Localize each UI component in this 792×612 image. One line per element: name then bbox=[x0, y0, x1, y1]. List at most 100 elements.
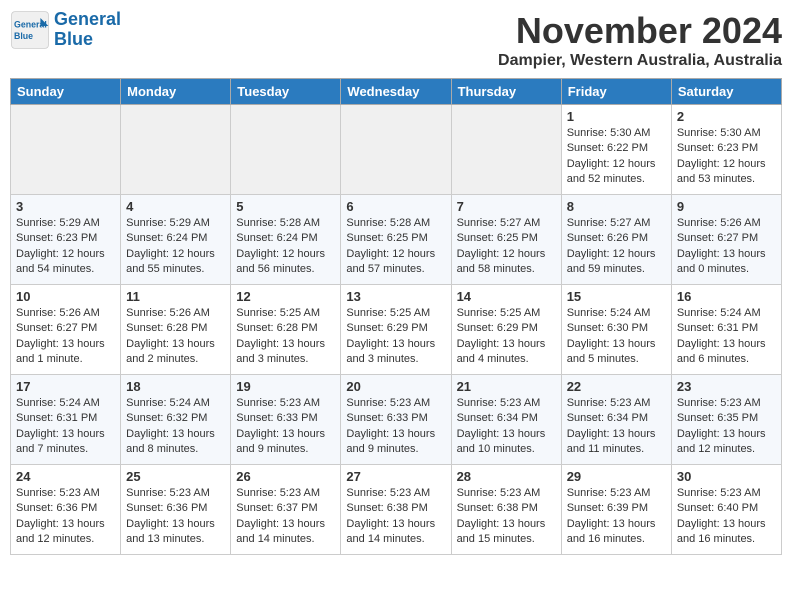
location: Dampier, Western Australia, Australia bbox=[498, 52, 782, 70]
weekday-header: Monday bbox=[121, 79, 231, 105]
day-number: 30 bbox=[677, 469, 776, 484]
calendar-row: 3 Sunrise: 5:29 AM Sunset: 6:23 PM Daylig… bbox=[11, 195, 782, 285]
day-info: Sunrise: 5:25 AM Sunset: 6:29 PM Dayligh… bbox=[346, 306, 445, 368]
calendar-cell: 16 Sunrise: 5:24 AM Sunset: 6:31 PM Dayli… bbox=[671, 285, 781, 375]
day-number: 27 bbox=[346, 469, 445, 484]
calendar-cell: 23 Sunrise: 5:23 AM Sunset: 6:35 PM Dayli… bbox=[671, 375, 781, 465]
day-info: Sunrise: 5:23 AM Sunset: 6:34 PM Dayligh… bbox=[567, 396, 666, 458]
day-number: 11 bbox=[126, 289, 225, 304]
day-info: Sunrise: 5:23 AM Sunset: 6:36 PM Dayligh… bbox=[16, 486, 115, 548]
day-info: Sunrise: 5:29 AM Sunset: 6:24 PM Dayligh… bbox=[126, 216, 225, 278]
title-block: November 2024 Dampier, Western Australia… bbox=[498, 10, 782, 70]
day-number: 2 bbox=[677, 109, 776, 124]
logo-icon: General Blue bbox=[10, 10, 50, 50]
calendar-cell: 8 Sunrise: 5:27 AM Sunset: 6:26 PM Daylig… bbox=[561, 195, 671, 285]
calendar-cell: 2 Sunrise: 5:30 AM Sunset: 6:23 PM Daylig… bbox=[671, 105, 781, 195]
day-number: 15 bbox=[567, 289, 666, 304]
day-info: Sunrise: 5:29 AM Sunset: 6:23 PM Dayligh… bbox=[16, 216, 115, 278]
weekday-header: Wednesday bbox=[341, 79, 451, 105]
day-info: Sunrise: 5:24 AM Sunset: 6:31 PM Dayligh… bbox=[677, 306, 776, 368]
day-info: Sunrise: 5:27 AM Sunset: 6:25 PM Dayligh… bbox=[457, 216, 556, 278]
month-title: November 2024 bbox=[498, 10, 782, 52]
day-info: Sunrise: 5:23 AM Sunset: 6:33 PM Dayligh… bbox=[346, 396, 445, 458]
day-info: Sunrise: 5:23 AM Sunset: 6:37 PM Dayligh… bbox=[236, 486, 335, 548]
calendar-cell: 4 Sunrise: 5:29 AM Sunset: 6:24 PM Daylig… bbox=[121, 195, 231, 285]
day-number: 18 bbox=[126, 379, 225, 394]
day-number: 13 bbox=[346, 289, 445, 304]
svg-text:Blue: Blue bbox=[14, 31, 33, 41]
day-number: 17 bbox=[16, 379, 115, 394]
calendar-row: 17 Sunrise: 5:24 AM Sunset: 6:31 PM Dayli… bbox=[11, 375, 782, 465]
calendar-cell: 21Sunrise: 5:23 AM Sunset: 6:34 PM Dayli… bbox=[451, 375, 561, 465]
day-number: 9 bbox=[677, 199, 776, 214]
calendar-cell bbox=[231, 105, 341, 195]
weekday-header: Saturday bbox=[671, 79, 781, 105]
day-info: Sunrise: 5:24 AM Sunset: 6:32 PM Dayligh… bbox=[126, 396, 225, 458]
day-info: Sunrise: 5:25 AM Sunset: 6:29 PM Dayligh… bbox=[457, 306, 556, 368]
calendar-table: SundayMondayTuesdayWednesdayThursdayFrid… bbox=[10, 78, 782, 555]
day-info: Sunrise: 5:23 AM Sunset: 6:35 PM Dayligh… bbox=[677, 396, 776, 458]
day-info: Sunrise: 5:25 AM Sunset: 6:28 PM Dayligh… bbox=[236, 306, 335, 368]
day-info: Sunrise: 5:30 AM Sunset: 6:23 PM Dayligh… bbox=[677, 126, 776, 188]
day-number: 16 bbox=[677, 289, 776, 304]
calendar-cell: 27 Sunrise: 5:23 AM Sunset: 6:38 PM Dayli… bbox=[341, 465, 451, 555]
weekday-header: Sunday bbox=[11, 79, 121, 105]
day-info: Sunrise: 5:28 AM Sunset: 6:25 PM Dayligh… bbox=[346, 216, 445, 278]
day-info: Sunrise: 5:23 AM Sunset: 6:33 PM Dayligh… bbox=[236, 396, 335, 458]
day-info: Sunrise: 5:27 AM Sunset: 6:26 PM Dayligh… bbox=[567, 216, 666, 278]
day-info: Sunrise: 5:30 AM Sunset: 6:22 PM Dayligh… bbox=[567, 126, 666, 188]
calendar-cell: 26Sunrise: 5:23 AM Sunset: 6:37 PM Dayli… bbox=[231, 465, 341, 555]
calendar-row: 24 Sunrise: 5:23 AM Sunset: 6:36 PM Dayli… bbox=[11, 465, 782, 555]
day-info: Sunrise: 5:23 AM Sunset: 6:38 PM Dayligh… bbox=[346, 486, 445, 548]
calendar-cell: 17 Sunrise: 5:24 AM Sunset: 6:31 PM Dayli… bbox=[11, 375, 121, 465]
calendar-cell: 20 Sunrise: 5:23 AM Sunset: 6:33 PM Dayli… bbox=[341, 375, 451, 465]
calendar-row: 10Sunrise: 5:26 AM Sunset: 6:27 PM Dayli… bbox=[11, 285, 782, 375]
calendar-row: 1 Sunrise: 5:30 AM Sunset: 6:22 PM Daylig… bbox=[11, 105, 782, 195]
day-number: 25 bbox=[126, 469, 225, 484]
calendar-cell: 19 Sunrise: 5:23 AM Sunset: 6:33 PM Dayli… bbox=[231, 375, 341, 465]
day-number: 23 bbox=[677, 379, 776, 394]
day-number: 1 bbox=[567, 109, 666, 124]
day-number: 5 bbox=[236, 199, 335, 214]
calendar-cell: 28 Sunrise: 5:23 AM Sunset: 6:38 PM Dayli… bbox=[451, 465, 561, 555]
weekday-header: Friday bbox=[561, 79, 671, 105]
day-info: Sunrise: 5:24 AM Sunset: 6:31 PM Dayligh… bbox=[16, 396, 115, 458]
calendar-cell bbox=[451, 105, 561, 195]
calendar-cell: 5Sunrise: 5:28 AM Sunset: 6:24 PM Daylig… bbox=[231, 195, 341, 285]
day-number: 12 bbox=[236, 289, 335, 304]
calendar-cell: 1 Sunrise: 5:30 AM Sunset: 6:22 PM Daylig… bbox=[561, 105, 671, 195]
day-info: Sunrise: 5:26 AM Sunset: 6:28 PM Dayligh… bbox=[126, 306, 225, 368]
calendar-cell: 13 Sunrise: 5:25 AM Sunset: 6:29 PM Dayli… bbox=[341, 285, 451, 375]
calendar-cell: 15 Sunrise: 5:24 AM Sunset: 6:30 PM Dayli… bbox=[561, 285, 671, 375]
day-number: 8 bbox=[567, 199, 666, 214]
day-info: Sunrise: 5:23 AM Sunset: 6:39 PM Dayligh… bbox=[567, 486, 666, 548]
weekday-header: Thursday bbox=[451, 79, 561, 105]
calendar-cell: 29 Sunrise: 5:23 AM Sunset: 6:39 PM Dayli… bbox=[561, 465, 671, 555]
page-header: General Blue General Blue November 2024 … bbox=[10, 10, 782, 70]
day-number: 14 bbox=[457, 289, 556, 304]
day-number: 28 bbox=[457, 469, 556, 484]
weekday-header: Tuesday bbox=[231, 79, 341, 105]
day-number: 3 bbox=[16, 199, 115, 214]
calendar-cell: 12 Sunrise: 5:25 AM Sunset: 6:28 PM Dayli… bbox=[231, 285, 341, 375]
day-number: 20 bbox=[346, 379, 445, 394]
calendar-cell bbox=[121, 105, 231, 195]
day-number: 7 bbox=[457, 199, 556, 214]
calendar-cell: 25Sunrise: 5:23 AM Sunset: 6:36 PM Dayli… bbox=[121, 465, 231, 555]
calendar-cell: 11 Sunrise: 5:26 AM Sunset: 6:28 PM Dayli… bbox=[121, 285, 231, 375]
day-number: 19 bbox=[236, 379, 335, 394]
day-info: Sunrise: 5:23 AM Sunset: 6:34 PM Dayligh… bbox=[457, 396, 556, 458]
calendar-cell: 7 Sunrise: 5:27 AM Sunset: 6:25 PM Daylig… bbox=[451, 195, 561, 285]
calendar-cell: 6Sunrise: 5:28 AM Sunset: 6:25 PM Daylig… bbox=[341, 195, 451, 285]
day-info: Sunrise: 5:23 AM Sunset: 6:38 PM Dayligh… bbox=[457, 486, 556, 548]
calendar-cell: 18 Sunrise: 5:24 AM Sunset: 6:32 PM Dayli… bbox=[121, 375, 231, 465]
day-number: 24 bbox=[16, 469, 115, 484]
day-number: 29 bbox=[567, 469, 666, 484]
calendar-cell bbox=[341, 105, 451, 195]
day-info: Sunrise: 5:24 AM Sunset: 6:30 PM Dayligh… bbox=[567, 306, 666, 368]
calendar-cell bbox=[11, 105, 121, 195]
day-number: 4 bbox=[126, 199, 225, 214]
calendar-cell: 14 Sunrise: 5:25 AM Sunset: 6:29 PM Dayli… bbox=[451, 285, 561, 375]
calendar-cell: 10Sunrise: 5:26 AM Sunset: 6:27 PM Dayli… bbox=[11, 285, 121, 375]
calendar-cell: 9Sunrise: 5:26 AM Sunset: 6:27 PM Daylig… bbox=[671, 195, 781, 285]
